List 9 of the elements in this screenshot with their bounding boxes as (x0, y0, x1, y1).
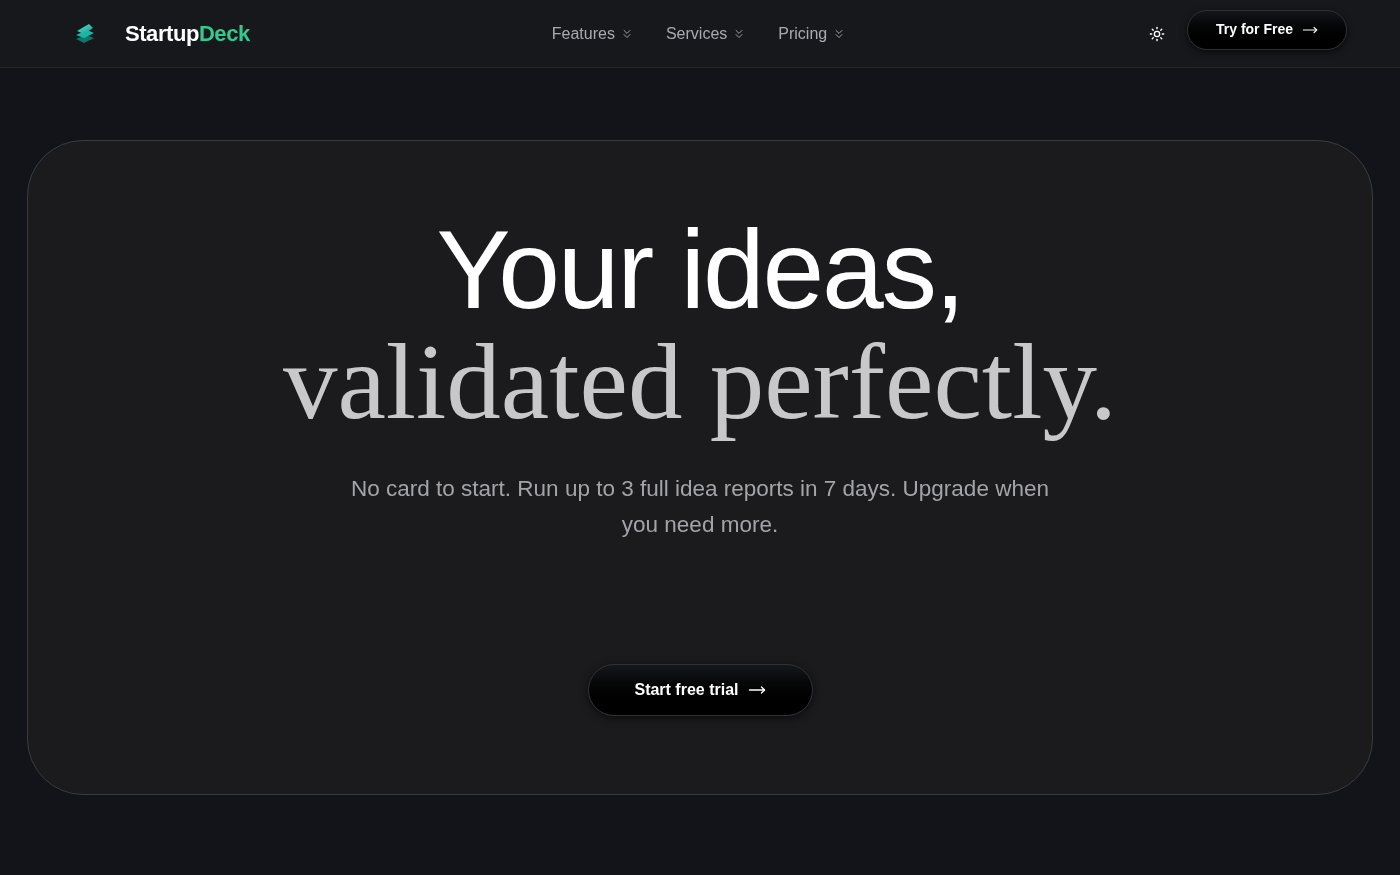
nav-menu-link[interactable]: Pricing (778, 21, 847, 46)
stacked-layers-logo-icon (75, 22, 95, 45)
hero-subtitle: No card to start. Run up to 3 full idea reports in 7 days. Upgrade when you need more. (350, 475, 1050, 539)
nav-menu-link[interactable]: Features (551, 21, 634, 46)
sun-icon (1149, 25, 1165, 42)
start-free-trial-button[interactable]: Start free trial (587, 664, 813, 716)
nav-menu-link[interactable]: Services (665, 21, 747, 46)
try-for-free-button[interactable]: Try for Free (1187, 9, 1347, 50)
brand-name[interactable]: StartupDeck (125, 17, 250, 50)
